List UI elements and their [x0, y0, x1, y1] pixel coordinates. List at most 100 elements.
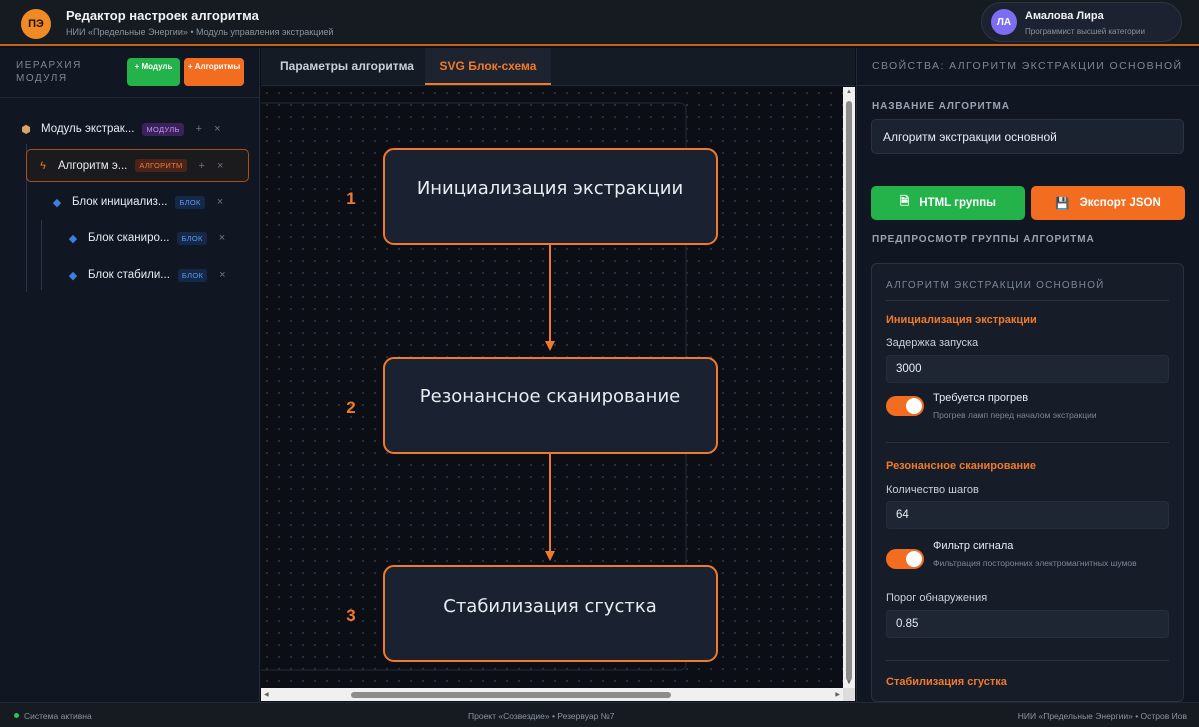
hierarchy-title: ИЕРАРХИЯ МОДУЛЯ — [16, 60, 82, 84]
tab-bar: Параметры алгоритма SVG Блок-схема — [261, 48, 855, 86]
scrollbar-thumb[interactable] — [846, 101, 852, 681]
scrollbar-corner — [843, 688, 855, 701]
app-title: Редактор настроек алгоритма — [66, 8, 259, 23]
type-badge: АЛГОРИТМ — [135, 159, 187, 172]
project-info: Проект «Созвездие» • Резервуар №7 — [468, 711, 615, 721]
type-badge: БЛОК — [175, 195, 205, 209]
launch-delay-input[interactable]: 3000 — [886, 355, 1169, 383]
export-json-button[interactable]: 💾 Экспорт JSON — [1031, 186, 1185, 220]
close-icon[interactable]: × — [219, 269, 225, 281]
preview-label: ПРЕДПРОСМОТР ГРУППЫ АЛГОРИТМА — [872, 234, 1095, 245]
flow-step-scan[interactable]: Резонансное сканирование — [383, 357, 718, 454]
type-badge: МОДУЛЬ — [142, 122, 184, 136]
lightning-icon: ϟ — [40, 159, 46, 172]
toggle-label: Требуется прогрев — [933, 392, 1029, 404]
preview-section-title: Инициализация экстракции — [886, 314, 1037, 326]
tree-item-label: Блок сканиро... — [88, 232, 170, 244]
close-icon[interactable]: × — [217, 160, 223, 172]
algorithm-preview: АЛГОРИТМ ЭКСТРАКЦИИ ОСНОВНОЙ Инициализац… — [871, 263, 1184, 702]
tree-item-block[interactable]: ◆ Блок сканиро... БЛОК × — [66, 223, 249, 253]
close-icon[interactable]: × — [217, 196, 223, 208]
flowchart-canvas[interactable]: Инициализация экстракции 1 Резонансное с… — [261, 87, 843, 688]
toggle-description: Фильтрация посторонних электромагнитных … — [933, 558, 1137, 568]
tree-item-label: Алгоритм э... — [58, 159, 128, 172]
scroll-left-icon[interactable]: ◀ — [264, 691, 269, 698]
tree-item-label: Блок инициализ... — [72, 196, 168, 208]
hierarchy-header: ИЕРАРХИЯ МОДУЛЯ + Модуль + Алгоритмы — [0, 48, 260, 98]
html-group-label: HTML группы — [919, 197, 996, 209]
close-icon[interactable]: × — [219, 232, 225, 244]
scroll-down-icon[interactable]: ▼ — [846, 680, 852, 686]
divider — [886, 300, 1169, 301]
step-number: 2 — [346, 398, 355, 417]
toggle-description: Прогрев ламп перед началом экстракции — [933, 410, 1097, 420]
step-number: 3 — [346, 606, 355, 625]
step-label: Стабилизация сгустка — [443, 596, 656, 617]
algorithm-name-input[interactable]: Алгоритм экстракции основной — [871, 119, 1184, 154]
horizontal-scrollbar[interactable]: ◀ ▶ — [261, 688, 843, 701]
app-logo: ПЭ — [21, 9, 51, 39]
tab-algorithm-parameters[interactable]: Параметры алгоритма — [267, 48, 427, 85]
properties-header: СВОЙСТВА: АЛГОРИТМ ЭКСТРАКЦИИ ОСНОВНОЙ — [857, 48, 1199, 86]
type-badge: БЛОК — [177, 231, 207, 245]
flow-step-init[interactable]: Инициализация экстракции — [383, 148, 718, 245]
tree-item-algorithm[interactable]: ϟ Алгоритм э... АЛГОРИТМ + × — [26, 149, 249, 182]
add-icon[interactable]: + — [196, 123, 202, 135]
type-badge: БЛОК — [177, 268, 208, 282]
avatar: ЛА — [991, 9, 1017, 35]
status-indicator — [14, 713, 19, 718]
tree-item-label: Блок стабили... — [88, 269, 170, 281]
diamond-icon: ◆ — [68, 232, 78, 245]
status-bar: Система активна Проект «Созвездие» • Рез… — [0, 702, 1199, 727]
tree-item-label: Модуль экстрак... — [41, 123, 135, 135]
app-subtitle: НИИ «Предельные Энергии» • Модуль управл… — [66, 27, 334, 37]
app-header: ПЭ Редактор настроек алгоритма НИИ «Пред… — [0, 0, 1199, 46]
tab-svg-flowchart[interactable]: SVG Блок-схема — [425, 48, 551, 85]
scrollbar-thumb[interactable] — [351, 692, 671, 698]
add-algorithm-button[interactable]: + Алгоритмы — [184, 58, 244, 86]
document-icon: 🗎 — [900, 195, 910, 208]
export-json-label: Экспорт JSON — [1079, 197, 1161, 209]
save-icon: 💾 — [1055, 198, 1070, 210]
divider — [886, 660, 1169, 661]
detection-threshold-input[interactable]: 0.85 — [886, 610, 1169, 638]
user-card[interactable]: ЛА Амалова Лира Программист высшей катег… — [981, 2, 1182, 42]
toggle-label: Фильтр сигнала — [933, 540, 1014, 552]
cube-icon: ⬢ — [21, 123, 31, 136]
step-label: Резонансное сканирование — [420, 386, 680, 407]
scroll-up-icon[interactable]: ▲ — [846, 89, 852, 95]
signal-filter-toggle[interactable] — [886, 549, 924, 569]
scroll-right-icon[interactable]: ▶ — [835, 691, 840, 698]
html-group-button[interactable]: 🗎 HTML группы — [871, 186, 1025, 220]
diamond-icon: ◆ — [68, 269, 78, 282]
warmup-toggle[interactable] — [886, 396, 924, 416]
user-name: Амалова Лира — [1025, 10, 1104, 22]
tree-guide — [41, 220, 42, 290]
divider — [886, 442, 1169, 443]
name-label: НАЗВАНИЕ АЛГОРИТМА — [872, 101, 1010, 112]
flow-step-stabilize[interactable]: Стабилизация сгустка — [383, 565, 718, 662]
field-label: Задержка запуска — [886, 337, 979, 349]
preview-section-title: Стабилизация сгустка — [886, 676, 1007, 688]
preview-title: АЛГОРИТМ ЭКСТРАКЦИИ ОСНОВНОЙ — [886, 280, 1105, 291]
hierarchy-panel: ИЕРАРХИЯ МОДУЛЯ + Модуль + Алгоритмы ⬢ М… — [0, 48, 260, 702]
vertical-scrollbar[interactable]: ▲ ▼ — [843, 87, 855, 688]
org-info: НИИ «Предельные Энергии» • Остров Иов — [1017, 711, 1187, 721]
diamond-icon: ◆ — [52, 196, 62, 209]
close-icon[interactable]: × — [214, 123, 220, 135]
preview-section-title: Резонансное сканирование — [886, 460, 1036, 472]
step-label: Инициализация экстракции — [417, 178, 683, 199]
add-icon[interactable]: + — [199, 160, 205, 172]
field-label: Порог обнаружения — [886, 592, 988, 604]
tree-item-module[interactable]: ⬢ Модуль экстрак... МОДУЛЬ + × — [19, 114, 249, 144]
add-module-button[interactable]: + Модуль — [127, 58, 180, 86]
step-count-input[interactable]: 64 — [886, 501, 1169, 529]
user-role: Программист высшей категории — [1025, 27, 1145, 36]
step-number: 1 — [346, 189, 355, 208]
system-status: Система активна — [24, 711, 92, 721]
flowchart-svg: Инициализация экстракции 1 Резонансное с… — [261, 102, 718, 671]
tree-item-block[interactable]: ◆ Блок стабили... БЛОК × — [66, 260, 249, 290]
field-label: Количество шагов — [886, 484, 979, 496]
tree-item-block[interactable]: ◆ Блок инициализ... БЛОК × — [50, 187, 249, 217]
properties-panel: СВОЙСТВА: АЛГОРИТМ ЭКСТРАКЦИИ ОСНОВНОЙ Н… — [856, 48, 1199, 702]
